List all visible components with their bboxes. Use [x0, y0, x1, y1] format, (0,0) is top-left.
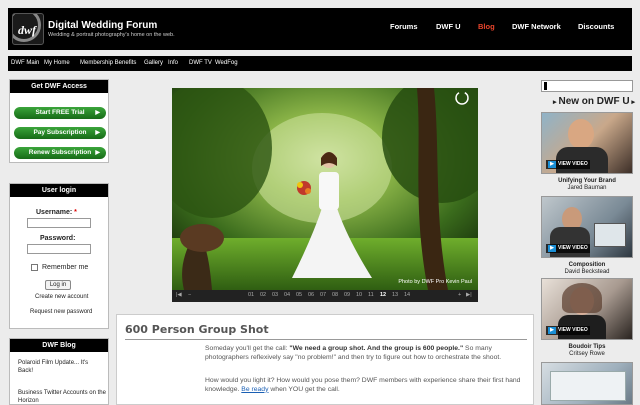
scroll-handle[interactable] [544, 82, 547, 90]
play-icon: ▶ [548, 161, 556, 168]
blog-box: DWF Blog Polaroid Film Update... It's Ba… [9, 338, 109, 405]
prev-icon[interactable]: |◀ [176, 292, 182, 298]
video-thumbnail-2[interactable]: ▶ VIEW VIDEO [541, 196, 633, 258]
slide-page[interactable]: 13 [392, 292, 398, 298]
subnav-dwf-tv[interactable]: DWF TV [189, 60, 212, 66]
password-label: Password: [40, 235, 76, 242]
site-tagline: Wedding & portrait photography's home on… [48, 32, 175, 38]
play-icon: ▶ [548, 245, 556, 252]
slide-page[interactable]: 14 [404, 292, 410, 298]
username-label: Username: * [36, 209, 77, 216]
subnav-gallery[interactable]: Gallery [144, 60, 163, 66]
slideshow-controls: |◀ − 01 02 03 04 05 06 07 08 09 10 11 12… [172, 290, 478, 302]
article-title[interactable]: 600 Person Group Shot [125, 323, 269, 336]
featured-photo[interactable]: Photo by DWF Pro Kevin Paul [172, 88, 478, 290]
create-account-link[interactable]: Create new account [35, 294, 88, 300]
nav-forums[interactable]: Forums [390, 22, 418, 31]
renew-subscription-button[interactable]: Renew Subscription ▶ [14, 147, 106, 159]
slide-page-current[interactable]: 12 [380, 292, 386, 298]
video-thumbnail-4[interactable] [541, 362, 633, 405]
access-box: Get DWF Access Start FREE Trial ▶ Pay Sub… [9, 79, 109, 163]
nav-dwf-u[interactable]: DWF U [436, 22, 461, 31]
slide-page[interactable]: 05 [296, 292, 302, 298]
subnav-info[interactable]: Info [168, 60, 178, 66]
plus-icon[interactable]: + [458, 292, 461, 298]
title-divider [125, 339, 527, 340]
video-author: David Beckstead [564, 269, 610, 275]
slide-page[interactable]: 09 [344, 292, 350, 298]
site-title[interactable]: Digital Wedding Forum [48, 20, 157, 31]
view-video-badge: ▶ VIEW VIDEO [546, 244, 590, 253]
video-thumbnail-1[interactable]: ▶ VIEW VIDEO [541, 112, 633, 174]
play-icon: ▶ [548, 327, 556, 334]
site-header: dwf Digital Wedding Forum Wedding & port… [8, 8, 632, 50]
sub-navigation: DWF Main My Home Membership Benefits Gal… [8, 56, 632, 71]
slide-page[interactable]: 06 [308, 292, 314, 298]
slide-page[interactable]: 07 [320, 292, 326, 298]
view-video-badge: ▶ VIEW VIDEO [546, 160, 590, 169]
slide-page[interactable]: 02 [260, 292, 266, 298]
article-paragraph-1: Someday you'll get the call: "We need a … [205, 345, 502, 361]
login-box: User login Username: * Password: Remembe… [9, 183, 109, 329]
video-author: Jared Bauman [567, 185, 607, 191]
login-button[interactable]: Log in [45, 280, 71, 290]
remember-me-checkbox[interactable] [31, 264, 38, 271]
new-on-dwf-u-heading: ▸ New on DWF U ▸ [553, 96, 636, 107]
slide-page[interactable]: 10 [356, 292, 362, 298]
nav-blog[interactable]: Blog [478, 22, 495, 31]
subnav-dwf-main[interactable]: DWF Main [11, 60, 39, 66]
access-heading: Get DWF Access [10, 80, 108, 93]
be-ready-link[interactable]: Be ready [241, 386, 268, 393]
scroll-field[interactable] [541, 80, 633, 92]
blog-item[interactable]: Polaroid Film Update... It's Back! [18, 359, 104, 375]
minus-icon[interactable]: − [188, 292, 191, 298]
dwf-logo[interactable]: dwf [12, 13, 44, 45]
article-paragraph-2: How would you light it? How would you po… [205, 377, 521, 393]
photo-caption: Photo by DWF Pro Kevin Paul [398, 279, 472, 285]
username-input[interactable] [27, 218, 91, 228]
video-title[interactable]: Unifying Your Brand [541, 178, 633, 184]
arrow-right-icon: ▶ [95, 110, 100, 116]
nav-discounts[interactable]: Discounts [578, 22, 614, 31]
blog-heading: DWF Blog [10, 339, 108, 352]
blog-item[interactable]: Business Twitter Accounts on the Horizon [18, 389, 106, 405]
pay-subscription-button[interactable]: Pay Subscription ▶ [14, 127, 106, 139]
video-author: Critsey Rowe [569, 351, 605, 357]
slide-page[interactable]: 11 [368, 292, 374, 298]
login-heading: User login [10, 184, 108, 197]
slide-page[interactable]: 01 [248, 292, 254, 298]
subnav-membership-benefits[interactable]: Membership Benefits [80, 60, 136, 66]
video-title[interactable]: Boudoir Tips [541, 344, 633, 350]
nav-dwf-network[interactable]: DWF Network [512, 22, 561, 31]
subnav-my-home[interactable]: My Home [44, 60, 70, 66]
video-title[interactable]: Composition [541, 262, 633, 268]
video-thumbnail-3[interactable]: ▶ VIEW VIDEO [541, 278, 633, 340]
arrow-right-icon: ▶ [95, 150, 100, 156]
next-icon[interactable]: ▶| [466, 292, 472, 298]
article-card: 600 Person Group Shot Someday you'll get… [116, 314, 534, 405]
request-password-link[interactable]: Request new password [30, 309, 92, 315]
arrow-right-icon: ▶ [95, 130, 100, 136]
subnav-wedfog[interactable]: WedFog [215, 60, 238, 66]
password-input[interactable] [27, 244, 91, 254]
start-free-trial-button[interactable]: Start FREE Trial ▶ [14, 107, 106, 119]
remember-me-label: Remember me [42, 264, 89, 271]
wedding-photo-image [172, 88, 478, 290]
slide-page[interactable]: 03 [272, 292, 278, 298]
slide-page[interactable]: 08 [332, 292, 338, 298]
view-video-badge: ▶ VIEW VIDEO [546, 326, 590, 335]
slide-page[interactable]: 04 [284, 292, 290, 298]
